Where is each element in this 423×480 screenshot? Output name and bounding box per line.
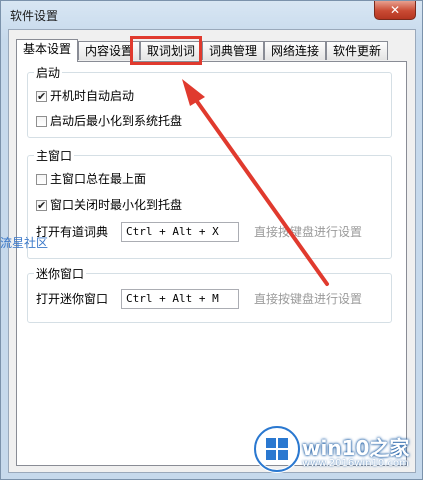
close-icon: ✕: [389, 3, 401, 17]
window-title: 软件设置: [10, 9, 59, 23]
watermark-name: win10之家: [302, 436, 410, 460]
checkbox-checked-icon: [36, 89, 47, 105]
dialog-client-area: 基本设置 内容设置 取词划词 词典管理 网络连接 软件更新 启动 ✔开机时自动启…: [8, 29, 416, 473]
open-dict-hotkey-input[interactable]: Ctrl + Alt + X: [121, 222, 239, 242]
open-mini-hotkey-hint: 直接按键盘进行设置: [254, 292, 363, 306]
title-bar[interactable]: 软件设置 ✕: [1, 1, 422, 29]
minimize-to-tray-on-close-checkbox[interactable]: 窗口关闭时最小化到托盘: [36, 197, 182, 214]
startup-group: 启动 开机时自动启动 启动后最小化到系统托盘: [27, 64, 392, 138]
watermark-left-text: 流星社区: [0, 236, 49, 250]
settings-window: 软件设置 ✕ 基本设置 内容设置 取词划词 词典管理 网络连接 软件更新 启动 …: [0, 0, 423, 480]
main-window-group: 主窗口 主窗口总在最上面 窗口关闭时最小化到托盘 打开有道词典 Ctrl + A…: [27, 147, 392, 259]
main-window-group-title: 主窗口: [34, 147, 75, 164]
open-mini-hotkey-input[interactable]: Ctrl + Alt + M: [121, 289, 239, 309]
checkbox-unchecked-icon: [36, 174, 47, 185]
tab-highlight-box: [130, 36, 202, 65]
auto-start-checkbox[interactable]: 开机时自动启动: [36, 88, 134, 105]
win10-logo-icon: [253, 425, 301, 473]
tab-dictionary-management[interactable]: 词典管理: [202, 41, 264, 60]
startup-group-title: 启动: [34, 64, 63, 81]
tab-panel-basic-settings: 启动 开机时自动启动 启动后最小化到系统托盘 主窗口 主窗口总在最上面 窗口关闭…: [16, 61, 407, 466]
watermark-url: www.2016win10.com: [302, 458, 409, 469]
always-on-top-checkbox[interactable]: 主窗口总在最上面: [36, 171, 146, 187]
open-mini-hotkey-label: 打开迷你窗口: [36, 292, 109, 306]
open-dict-hotkey-hint: 直接按键盘进行设置: [254, 225, 363, 239]
win10-watermark: win10之家 www.2016win10.com: [248, 414, 423, 480]
tab-software-update[interactable]: 软件更新: [326, 41, 388, 60]
close-button[interactable]: ✕: [374, 1, 416, 20]
mini-window-group-title: 迷你窗口: [34, 265, 87, 282]
checkbox-checked-icon: [36, 198, 47, 214]
minimize-to-tray-on-start-checkbox[interactable]: 启动后最小化到系统托盘: [36, 113, 182, 129]
tab-basic-settings[interactable]: 基本设置: [16, 39, 78, 62]
mini-window-group: 迷你窗口 打开迷你窗口 Ctrl + Alt + M 直接按键盘进行设置: [27, 265, 392, 323]
checkbox-unchecked-icon: [36, 116, 47, 127]
tab-network-connection[interactable]: 网络连接: [264, 41, 326, 60]
